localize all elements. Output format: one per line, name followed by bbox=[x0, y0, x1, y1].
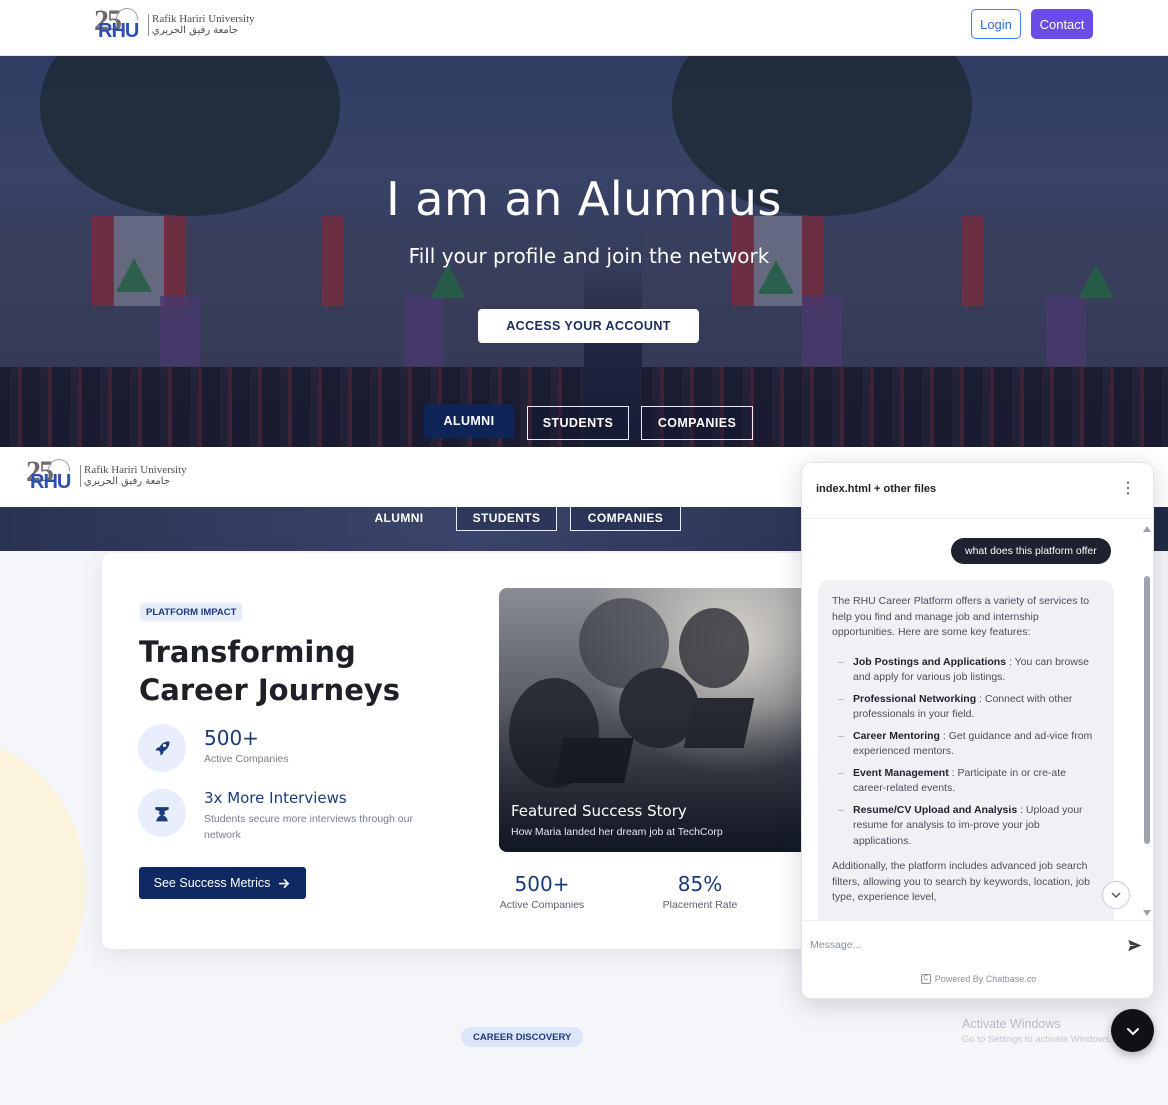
feature-list: Job Postings and Applications : You can … bbox=[832, 655, 1100, 850]
chat-composer bbox=[802, 920, 1153, 968]
login-button[interactable]: Login bbox=[971, 9, 1021, 39]
tab-alumni-scrolled[interactable]: ALUMNI bbox=[354, 505, 444, 531]
decorative-blob bbox=[0, 737, 86, 1037]
see-success-metrics-button[interactable]: See Success Metrics bbox=[139, 867, 306, 899]
scroll-to-bottom-button[interactable] bbox=[1102, 881, 1130, 909]
top-navbar: 25 RHU Rafik Hariri University جامعة رفي… bbox=[0, 0, 1168, 56]
chat-messages[interactable]: what does this platform offer The RHU Ca… bbox=[802, 520, 1153, 920]
success-story-image[interactable]: Featured Success Story How Maria landed … bbox=[499, 588, 809, 852]
list-item: Resume/CV Upload and Analysis : Upload y… bbox=[832, 803, 1100, 850]
logo-mark: 25 RHU bbox=[26, 455, 78, 495]
kpi-companies-value: 500+ bbox=[514, 872, 570, 896]
logo-text: Rafik Hariri University جامعة رفيق الحري… bbox=[80, 463, 187, 488]
message-input[interactable] bbox=[810, 931, 1110, 959]
chat-scrollbar[interactable] bbox=[1143, 526, 1151, 916]
chat-title: index.html + other files bbox=[816, 483, 937, 495]
scroll-thumb[interactable] bbox=[1144, 576, 1150, 844]
bot-outro: Additionally, the platform includes adva… bbox=[832, 860, 1090, 903]
send-button[interactable] bbox=[1122, 933, 1146, 957]
logo-name-ar: جامعة رفيق الحريري bbox=[152, 24, 239, 36]
logo-name-ar: جامعة رفيق الحريري bbox=[84, 475, 171, 487]
story-title: Featured Success Story bbox=[511, 802, 687, 820]
chevron-down-icon bbox=[1126, 1027, 1139, 1035]
logo-arc bbox=[48, 459, 70, 471]
tab-alumni[interactable]: ALUMNI bbox=[424, 404, 514, 438]
page: 25 RHU Rafik Hariri University جامعة رفي… bbox=[0, 0, 1168, 1105]
powered-by[interactable]: C Powered By Chatbase.co bbox=[802, 974, 1153, 984]
rhu-logo[interactable]: 25 RHU Rafik Hariri University جامعة رفي… bbox=[94, 4, 255, 44]
graduate-icon bbox=[138, 789, 186, 837]
tab-students-scrolled[interactable]: STUDENTS bbox=[456, 505, 557, 531]
kpi-placement-label: Placement Rate bbox=[662, 899, 738, 911]
kpi-companies-label: Active Companies bbox=[499, 899, 585, 911]
logo-rhu: RHU bbox=[98, 20, 139, 42]
scroll-up-arrow-icon[interactable] bbox=[1143, 526, 1151, 532]
chat-header: index.html + other files ⋮ bbox=[802, 463, 1153, 519]
send-icon bbox=[1127, 939, 1141, 951]
stat-companies-label: Active Companies bbox=[204, 753, 289, 765]
chatbase-icon: C bbox=[920, 974, 931, 984]
stat-companies-value: 500+ bbox=[204, 726, 259, 750]
logo-text: Rafik Hariri University جامعة رفيق الحري… bbox=[148, 12, 255, 37]
access-account-button[interactable]: ACCESS YOUR ACCOUNT bbox=[478, 309, 699, 343]
logo-mark: 25 RHU bbox=[94, 4, 146, 44]
chat-widget: index.html + other files ⋮ what does thi… bbox=[801, 462, 1154, 999]
hero-section: I am an Alumnus Fill your profile and jo… bbox=[0, 56, 1168, 447]
chat-toggle-button[interactable] bbox=[1111, 1009, 1154, 1052]
chevron-down-icon bbox=[1111, 892, 1121, 898]
powered-by-label: Powered By Chatbase.co bbox=[934, 974, 1037, 984]
story-subtitle: How Maria landed her dream job at TechCo… bbox=[511, 826, 723, 838]
hero-title: I am an Alumnus bbox=[386, 172, 782, 226]
platform-impact-pill: PLATFORM IMPACT bbox=[140, 603, 243, 621]
windows-watermark-hint: Go to Settings to activate Windows. bbox=[962, 1034, 1112, 1045]
career-discovery-pill: CAREER DISCOVERY bbox=[461, 1027, 584, 1047]
logo-name-en: Rafik Hariri University bbox=[84, 463, 187, 476]
scrolled-view: ALUMNI STUDENTS COMPANIES 25 RHU Rafik H… bbox=[0, 447, 1168, 1105]
more-options-icon[interactable]: ⋮ bbox=[1120, 479, 1136, 499]
bot-intro: The RHU Career Platform offers a variety… bbox=[832, 595, 1090, 638]
rhu-logo-scrolled[interactable]: 25 RHU Rafik Hariri University جامعة رفي… bbox=[26, 455, 187, 495]
tab-companies-scrolled[interactable]: COMPANIES bbox=[570, 505, 681, 531]
stat-interviews-label: Students secure more interviews through … bbox=[204, 813, 413, 841]
logo-arc bbox=[116, 8, 138, 20]
contact-button[interactable]: Contact bbox=[1031, 9, 1093, 39]
user-message: what does this platform offer bbox=[951, 538, 1111, 564]
list-item: Career Mentoring : Get guidance and ad-v… bbox=[832, 729, 1100, 760]
scroll-down-arrow-icon[interactable] bbox=[1143, 910, 1151, 916]
list-item: Professional Networking : Connect with o… bbox=[832, 692, 1100, 723]
logo-name-en: Rafik Hariri University bbox=[152, 12, 255, 25]
windows-watermark-title: Activate Windows bbox=[962, 1017, 1061, 1031]
list-item: Job Postings and Applications : You can … bbox=[832, 655, 1100, 686]
tab-students[interactable]: STUDENTS bbox=[527, 406, 629, 440]
stat-interviews-value: 3x More Interviews bbox=[204, 789, 347, 807]
bot-message: The RHU Career Platform offers a variety… bbox=[818, 580, 1114, 920]
see-success-metrics-label: See Success Metrics bbox=[153, 876, 271, 890]
list-item: Event Management : Participate in or cre… bbox=[832, 766, 1100, 797]
impact-title: Transforming Career Journeys bbox=[139, 635, 401, 707]
logo-rhu: RHU bbox=[30, 471, 71, 493]
kpi-placement-value: 85% bbox=[677, 872, 723, 896]
hero-subtitle: Fill your profile and join the network bbox=[408, 244, 770, 268]
arrow-right-icon bbox=[279, 878, 290, 888]
tab-companies[interactable]: COMPANIES bbox=[641, 406, 753, 440]
rocket-icon bbox=[138, 724, 186, 772]
